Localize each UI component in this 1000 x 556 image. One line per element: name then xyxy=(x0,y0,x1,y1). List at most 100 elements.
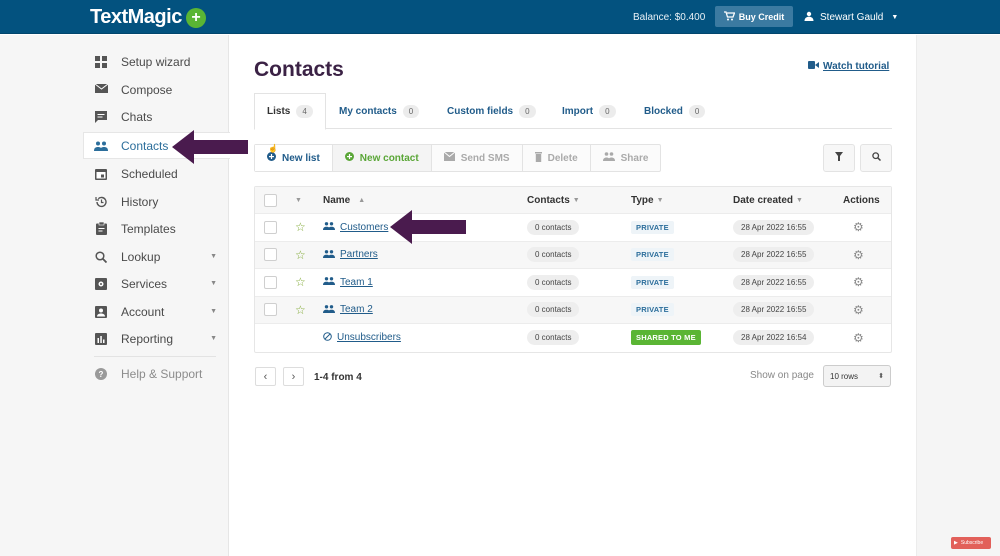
sidebar-item-label: Lookup xyxy=(121,249,161,264)
sidebar-item-history[interactable]: History xyxy=(84,188,229,215)
gear-icon[interactable]: ⚙ xyxy=(853,331,864,345)
search-button[interactable] xyxy=(860,144,892,172)
row-checkbox[interactable] xyxy=(264,275,277,289)
sidebar-item-label: Scheduled xyxy=(121,166,178,181)
user-icon xyxy=(804,11,814,24)
list-name-link[interactable]: Customers xyxy=(340,222,388,233)
bulk-options-caret[interactable]: ▼ xyxy=(295,197,302,204)
rows-per-page-select[interactable]: 10 rows ⬍ xyxy=(823,365,891,387)
delete-button[interactable]: Delete xyxy=(523,145,591,171)
contacts-count: 0 contacts xyxy=(527,330,580,346)
gear-icon[interactable]: ⚙ xyxy=(853,220,864,234)
sidebar-item-chats[interactable]: Chats xyxy=(84,103,229,130)
account-icon xyxy=(94,305,108,319)
column-header-contacts[interactable]: Contacts ▼ xyxy=(527,195,580,206)
row-checkbox[interactable] xyxy=(264,303,277,317)
services-icon xyxy=(94,277,108,291)
share-button[interactable]: Share xyxy=(591,145,661,171)
grid-icon xyxy=(94,55,108,69)
tab-label: Custom fields xyxy=(447,105,514,117)
updown-icon: ⬍ xyxy=(878,373,884,380)
play-icon: ▶ xyxy=(954,540,958,546)
list-name-link[interactable]: Partners xyxy=(340,249,378,260)
tab-custom-fields[interactable]: Custom fields 0 xyxy=(447,93,536,129)
tab-lists[interactable]: Lists 4 xyxy=(254,93,326,130)
new-list-button[interactable]: ☝ New list xyxy=(255,144,333,171)
type-badge: SHARED TO ME xyxy=(631,330,701,346)
chevron-down-icon: ▼ xyxy=(210,280,217,287)
clipboard-icon xyxy=(94,222,108,236)
table-row: ☆ Partners 0 contacts PRIVATE 28 Apr 202… xyxy=(255,241,891,269)
star-icon[interactable]: ☆ xyxy=(295,248,306,262)
tab-my-contacts[interactable]: My contacts 0 xyxy=(339,93,420,129)
gear-icon[interactable]: ⚙ xyxy=(853,248,864,262)
sidebar-item-label: Reporting xyxy=(121,331,174,346)
list-name-cell: Team 2 xyxy=(323,304,373,315)
sidebar-divider xyxy=(94,356,216,357)
mouse-cursor-icon: ☝ xyxy=(268,144,278,153)
list-name-cell: Customers xyxy=(323,222,388,233)
user-menu[interactable]: Stewart Gauld ▼ xyxy=(804,11,898,24)
video-camera-icon xyxy=(808,61,819,72)
chevron-down-icon: ▼ xyxy=(210,335,217,342)
quick-add-button[interactable]: + xyxy=(186,8,206,28)
sidebar-item-reporting[interactable]: Reporting ▼ xyxy=(84,325,229,352)
watch-tutorial-label: Watch tutorial xyxy=(823,61,890,72)
star-icon[interactable]: ☆ xyxy=(295,220,306,234)
gear-icon[interactable]: ⚙ xyxy=(853,303,864,317)
select-all-checkbox[interactable] xyxy=(264,193,277,207)
column-header-date-created[interactable]: Date created ▼ xyxy=(733,195,803,206)
column-label: Contacts xyxy=(527,194,570,206)
list-name-link[interactable]: Team 2 xyxy=(340,304,373,315)
list-name-link[interactable]: Team 1 xyxy=(340,277,373,288)
sidebar-item-lookup[interactable]: Lookup ▼ xyxy=(84,243,229,270)
sidebar-item-help-support[interactable]: ? Help & Support xyxy=(84,360,229,387)
new-contact-button[interactable]: New contact xyxy=(332,145,432,171)
subscribe-button[interactable]: ▶ Subscribe xyxy=(951,537,991,549)
user-name: Stewart Gauld xyxy=(820,12,884,23)
logo[interactable]: TextMagic xyxy=(90,6,182,29)
column-header-type[interactable]: Type ▼ xyxy=(631,195,664,206)
table-row: ☆ Team 2 0 contacts PRIVATE 28 Apr 2022 … xyxy=(255,296,891,324)
star-icon[interactable]: ☆ xyxy=(295,275,306,289)
sidebar-item-services[interactable]: Services ▼ xyxy=(84,270,229,297)
buy-credit-button[interactable]: Buy Credit xyxy=(715,6,793,27)
row-checkbox[interactable] xyxy=(264,248,277,262)
share-users-icon xyxy=(602,152,615,164)
annotation-arrow-contacts xyxy=(172,130,248,164)
watch-tutorial-link[interactable]: Watch tutorial xyxy=(808,61,889,72)
plus-circle-icon xyxy=(267,152,276,164)
sidebar-item-templates[interactable]: Templates xyxy=(84,215,229,242)
prev-page-button[interactable]: ‹ xyxy=(255,367,276,386)
star-icon[interactable]: ☆ xyxy=(295,303,306,317)
next-page-button[interactable]: › xyxy=(283,367,304,386)
contacts-count: 0 contacts xyxy=(527,302,580,318)
date-created: 28 Apr 2022 16:55 xyxy=(733,302,815,318)
column-label: Name xyxy=(323,194,351,206)
row-checkbox[interactable] xyxy=(264,220,277,234)
list-name-link[interactable]: Unsubscribers xyxy=(337,332,401,343)
new-contact-label: New contact xyxy=(359,152,419,164)
chevron-down-icon: ▼ xyxy=(891,14,899,21)
column-label: Type xyxy=(631,194,654,206)
sidebar-item-setup-wizard[interactable]: Setup wizard xyxy=(84,48,229,75)
tab-label: Lists xyxy=(267,106,291,117)
annotation-arrow-customers xyxy=(390,210,466,244)
column-header-name[interactable]: Name ▲ xyxy=(323,195,365,206)
send-sms-label: Send SMS xyxy=(460,152,510,164)
type-badge: PRIVATE xyxy=(631,248,674,262)
sidebar-item-compose[interactable]: Compose xyxy=(84,76,229,103)
sidebar-item-account[interactable]: Account ▼ xyxy=(84,298,229,325)
send-sms-button[interactable]: Send SMS xyxy=(432,145,523,171)
group-icon xyxy=(323,249,335,260)
gear-icon[interactable]: ⚙ xyxy=(853,275,864,289)
tab-blocked[interactable]: Blocked 0 xyxy=(644,93,706,129)
tab-count: 0 xyxy=(688,104,706,118)
sidebar-item-label: Services xyxy=(121,276,168,291)
tab-import[interactable]: Import 0 xyxy=(562,93,616,129)
tab-label: My contacts xyxy=(339,105,397,117)
contacts-icon xyxy=(94,139,108,153)
filter-button[interactable] xyxy=(823,144,855,172)
chevron-down-icon: ▼ xyxy=(210,308,217,315)
chevron-right-icon: › xyxy=(291,370,296,383)
